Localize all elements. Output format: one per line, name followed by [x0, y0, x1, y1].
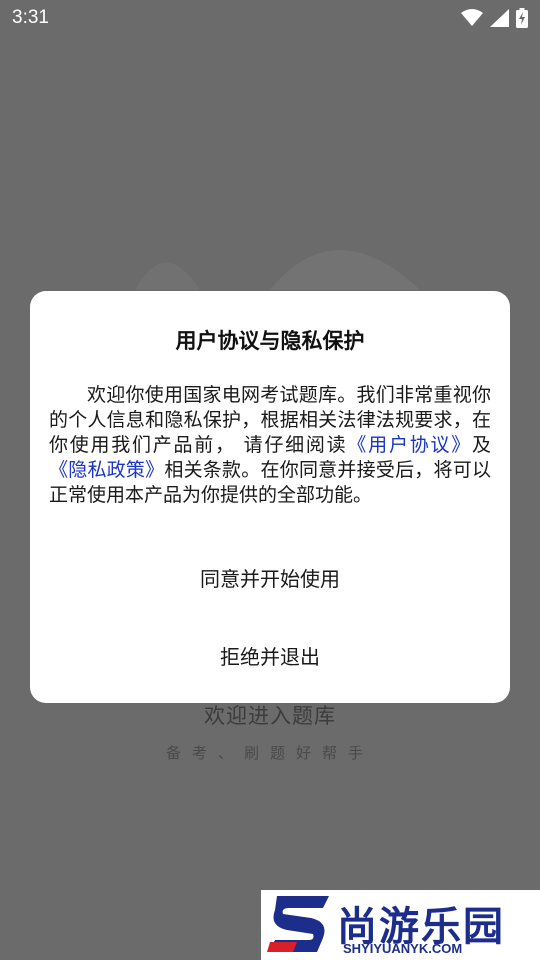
dialog-title: 用户协议与隐私保护 [175, 329, 365, 353]
privacy-policy-link[interactable]: 《隐私政策》 [49, 459, 164, 481]
splash-subtitle: 备考、刷题好帮手 [165, 744, 374, 762]
privacy-dialog: 用户协议与隐私保护 欢迎你使用国家电网考试题库。我们非常重视你的个人信息和隐私保… [30, 291, 510, 703]
cellular-signal-icon [490, 9, 509, 32]
watermark: 尚游乐园 SHYIYUANYK.COM [261, 890, 540, 960]
watermark-logo-icon [267, 896, 329, 952]
watermark-url: SHYIYUANYK.COM [343, 941, 463, 956]
status-bar: 3:31 [0, 0, 540, 36]
body-and-text: 及 [471, 434, 491, 456]
status-time: 3:31 [12, 7, 49, 28]
agree-button[interactable]: 同意并开始使用 [30, 563, 510, 592]
battery-charging-icon [516, 8, 528, 33]
dialog-body: 欢迎你使用国家电网考试题库。我们非常重视你的个人信息和隐私保护，根据相关法律法规… [49, 383, 491, 508]
user-agreement-link[interactable]: 《用户协议》 [347, 434, 472, 456]
splash-illustration [135, 250, 420, 290]
reject-button[interactable]: 拒绝并退出 [30, 641, 510, 670]
wifi-icon [461, 9, 483, 32]
splash-title: 欢迎进入题库 [204, 704, 336, 728]
status-icons [461, 8, 528, 33]
